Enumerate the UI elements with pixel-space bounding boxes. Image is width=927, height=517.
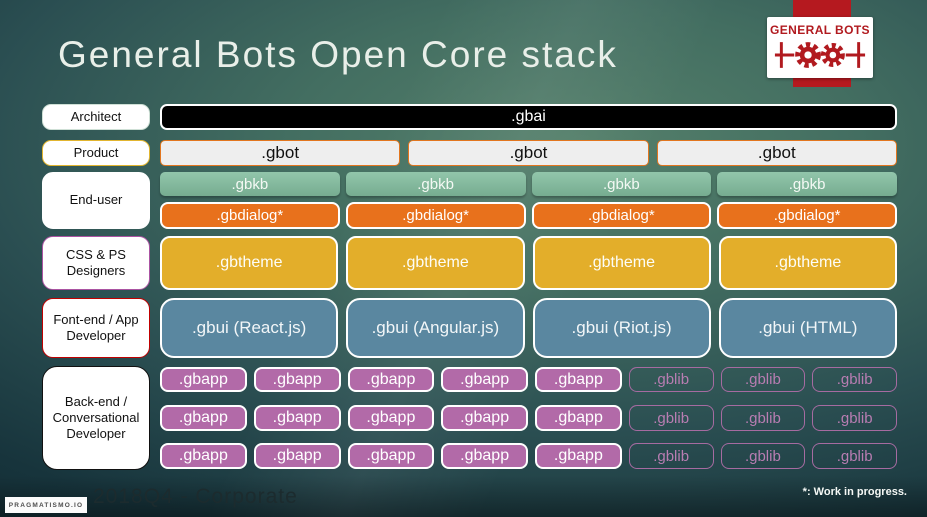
gbapp-box: .gbapp <box>347 367 435 392</box>
gbtheme-box: .gbtheme <box>346 236 525 290</box>
gblib-box: .gblib <box>628 367 714 392</box>
gbkb-box: .gbkb <box>160 172 340 196</box>
role-label-designers: CSS & PS Designers <box>42 236 150 290</box>
role-label-end-user: End-user <box>42 172 150 229</box>
gbapp-box: .gbapp <box>253 443 341 469</box>
brand-logo: GENERAL BOTS <box>767 17 873 78</box>
gbapp-box: .gbapp <box>253 367 341 392</box>
slide-canvas: General Bots Open Core stack GENERAL BOT… <box>0 0 927 517</box>
logo-brand-text: GENERAL BOTS <box>770 22 870 37</box>
role-label-architect: Architect <box>42 104 150 130</box>
footer-edition: 2018Q4 - Corporate <box>93 485 298 508</box>
gbui-box: .gbui (Riot.js) <box>532 298 711 358</box>
gbui-box: .gbui (HTML) <box>718 298 897 358</box>
gblib-box: .gblib <box>812 405 897 431</box>
gbot-box: .gbot <box>408 140 649 166</box>
gbdialog-box: .gbdialog* <box>345 202 526 229</box>
gbapp-box: .gbapp <box>441 405 528 431</box>
footer-note: *: Work in progress. <box>802 486 907 498</box>
gbdialog-box: .gbdialog* <box>717 202 897 229</box>
gbapp-box: .gbapp <box>347 443 435 469</box>
gbkb-box: .gbkb <box>531 172 712 196</box>
gbapp-box: .gbapp <box>535 443 622 469</box>
gbkb-box: .gbkb <box>717 172 897 196</box>
gbui-box: .gbui (React.js) <box>160 298 339 358</box>
gblib-box: .gblib <box>720 367 806 392</box>
footer-brand-badge: PRAGMATISMO.IO <box>5 497 87 513</box>
gblib-box: .gblib <box>628 405 714 431</box>
gbkb-box: .gbkb <box>345 172 526 196</box>
gbdialog-box: .gbdialog* <box>531 202 712 229</box>
layer-box-gbai: .gbai <box>160 104 897 130</box>
gblib-box: .gblib <box>628 443 714 469</box>
gblib-box: .gblib <box>812 443 897 469</box>
role-label-frontend: Font-end / App Developer <box>42 298 150 358</box>
gbapp-box: .gbapp <box>253 405 341 431</box>
page-title: General Bots Open Core stack <box>58 34 618 75</box>
gbapp-box: .gbapp <box>160 405 247 431</box>
gbapp-box: .gbapp <box>535 367 622 392</box>
gbdialog-box: .gbdialog* <box>160 202 340 229</box>
gbapp-box: .gbapp <box>160 367 247 392</box>
gears-icon <box>774 41 866 68</box>
gbapp-box: .gbapp <box>535 405 622 431</box>
gbot-box: .gbot <box>160 140 401 166</box>
gbapp-box: .gbapp <box>160 443 247 469</box>
gbot-box: .gbot <box>656 140 897 166</box>
gbtheme-box: .gbtheme <box>718 236 897 290</box>
gblib-box: .gblib <box>812 367 897 392</box>
gbapp-box: .gbapp <box>441 367 528 392</box>
gbtheme-box: .gbtheme <box>532 236 711 290</box>
gbui-box: .gbui (Angular.js) <box>346 298 525 358</box>
gbtheme-box: .gbtheme <box>160 236 339 290</box>
gblib-box: .gblib <box>720 443 806 469</box>
gbapp-box: .gbapp <box>347 405 435 431</box>
role-label-product: Product <box>42 140 150 166</box>
gbapp-box: .gbapp <box>441 443 528 469</box>
gblib-box: .gblib <box>720 405 806 431</box>
role-label-backend: Back-end / Conversational Developer <box>42 366 150 470</box>
